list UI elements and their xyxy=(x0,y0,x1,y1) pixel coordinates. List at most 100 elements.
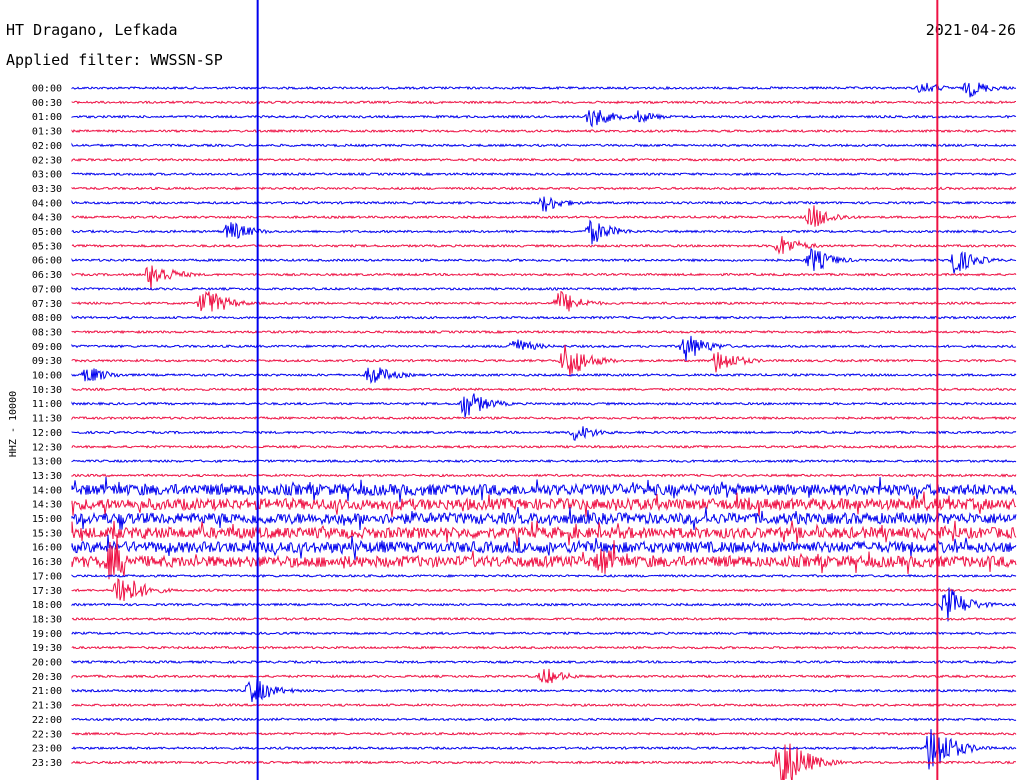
time-label: 22:00 xyxy=(32,715,62,726)
time-label: 19:30 xyxy=(32,643,62,654)
seismic-trace xyxy=(71,286,1017,292)
seismic-trace xyxy=(71,142,1017,148)
time-label: 11:00 xyxy=(32,399,62,410)
time-label: 19:00 xyxy=(32,629,62,640)
time-label: 11:30 xyxy=(32,414,62,425)
seismic-trace xyxy=(71,573,1017,579)
chart-date: 2021-04-26 xyxy=(926,21,1016,39)
seismic-trace xyxy=(71,645,1017,650)
time-label: 08:30 xyxy=(32,327,62,338)
chart-subtitle: Applied filter: WWSSN-SP xyxy=(6,51,223,69)
seismic-trace xyxy=(71,236,1017,255)
seismic-trace xyxy=(71,82,1017,98)
seismic-trace xyxy=(71,344,1017,377)
y-axis-label: HHZ - 10000 xyxy=(8,391,19,457)
time-label: 07:00 xyxy=(32,284,62,295)
time-label: 12:30 xyxy=(32,442,62,453)
seismic-trace xyxy=(71,426,1017,441)
time-label: 17:00 xyxy=(32,571,62,582)
seismic-trace xyxy=(71,476,1017,503)
time-label: 08:00 xyxy=(32,313,62,324)
seismic-trace xyxy=(71,265,1017,290)
chart-title: HT Dragano, Lefkada xyxy=(6,21,178,39)
time-label: 01:00 xyxy=(32,112,62,123)
seismic-trace xyxy=(71,731,1017,736)
seismic-trace xyxy=(71,109,1017,128)
time-label: 18:00 xyxy=(32,600,62,611)
time-label: 13:30 xyxy=(32,471,62,482)
time-label: 22:30 xyxy=(32,729,62,740)
seismic-trace xyxy=(71,679,1017,702)
time-label: 18:30 xyxy=(32,614,62,625)
time-label: 03:00 xyxy=(32,170,62,181)
seismic-trace xyxy=(71,459,1017,464)
seismic-trace xyxy=(71,219,1017,245)
time-label: 02:30 xyxy=(32,155,62,166)
seismic-trace xyxy=(71,290,1017,312)
time-label: 15:30 xyxy=(32,528,62,539)
time-label: 10:30 xyxy=(32,385,62,396)
seismic-trace xyxy=(71,534,1017,560)
seismic-trace xyxy=(71,100,1016,105)
seismic-trace xyxy=(71,335,1017,362)
time-label: 05:00 xyxy=(32,227,62,238)
seismic-trace xyxy=(71,668,1017,684)
helicorder-plot: HT Dragano, Lefkada 2021-04-26 Applied f… xyxy=(6,0,1017,780)
seismic-trace xyxy=(71,329,1017,335)
seismic-trace xyxy=(71,587,1017,622)
time-label: 03:30 xyxy=(32,184,62,195)
seismic-trace xyxy=(71,415,1017,421)
time-label: 05:30 xyxy=(32,241,62,252)
time-label: 04:30 xyxy=(32,213,62,224)
time-label: 13:00 xyxy=(32,457,62,468)
time-label: 23:30 xyxy=(32,758,62,769)
time-label: 06:30 xyxy=(32,270,62,281)
seismic-trace xyxy=(71,444,1017,449)
time-label: 09:30 xyxy=(32,356,62,367)
time-label: 16:30 xyxy=(32,557,62,568)
seismic-trace xyxy=(71,631,1017,636)
seismic-trace xyxy=(71,491,1017,517)
time-label: 14:30 xyxy=(32,500,62,511)
seismic-trace xyxy=(71,205,1017,227)
seismic-trace xyxy=(71,128,1017,134)
time-label: 01:30 xyxy=(32,127,62,138)
seismic-trace xyxy=(71,157,1017,163)
seismic-trace xyxy=(71,520,1017,546)
seismic-trace xyxy=(71,659,1017,665)
time-label: 12:00 xyxy=(32,428,62,439)
time-label: 14:00 xyxy=(32,485,62,496)
trace-rows: 00:00 00:30 01:00 01:30 02:00 02:30 03:00 03:30… xyxy=(32,82,1017,780)
time-label: 00:30 xyxy=(32,98,62,109)
time-label: 10:00 xyxy=(32,371,62,382)
time-label: 06:00 xyxy=(32,256,62,267)
seismic-trace xyxy=(71,616,1016,622)
time-label: 21:30 xyxy=(32,701,62,712)
seismic-trace xyxy=(71,367,1017,385)
time-label: 04:00 xyxy=(32,198,62,209)
seismic-trace xyxy=(71,578,1017,602)
seismic-trace xyxy=(71,473,1017,478)
seismic-trace xyxy=(71,717,1017,722)
seismic-trace xyxy=(71,247,1017,274)
seismic-trace xyxy=(71,507,1017,531)
time-label: 07:30 xyxy=(32,299,62,310)
time-label: 20:30 xyxy=(32,672,62,683)
time-label: 09:00 xyxy=(32,342,62,353)
seismic-trace xyxy=(71,393,1017,418)
seismic-trace xyxy=(71,533,1017,580)
seismic-trace xyxy=(71,702,1017,708)
time-label: 16:00 xyxy=(32,543,62,554)
time-label: 17:30 xyxy=(32,586,62,597)
time-label: 02:00 xyxy=(32,141,62,152)
time-label: 20:00 xyxy=(32,658,62,669)
time-label: 15:00 xyxy=(32,514,62,525)
time-label: 23:00 xyxy=(32,744,62,755)
time-label: 21:00 xyxy=(32,686,62,697)
seismic-trace xyxy=(71,186,1017,191)
seismic-trace xyxy=(71,172,1017,177)
seismic-trace xyxy=(71,387,1017,392)
seismic-trace xyxy=(71,196,1017,212)
seismic-trace xyxy=(71,315,1017,320)
time-label: 00:00 xyxy=(32,84,62,95)
